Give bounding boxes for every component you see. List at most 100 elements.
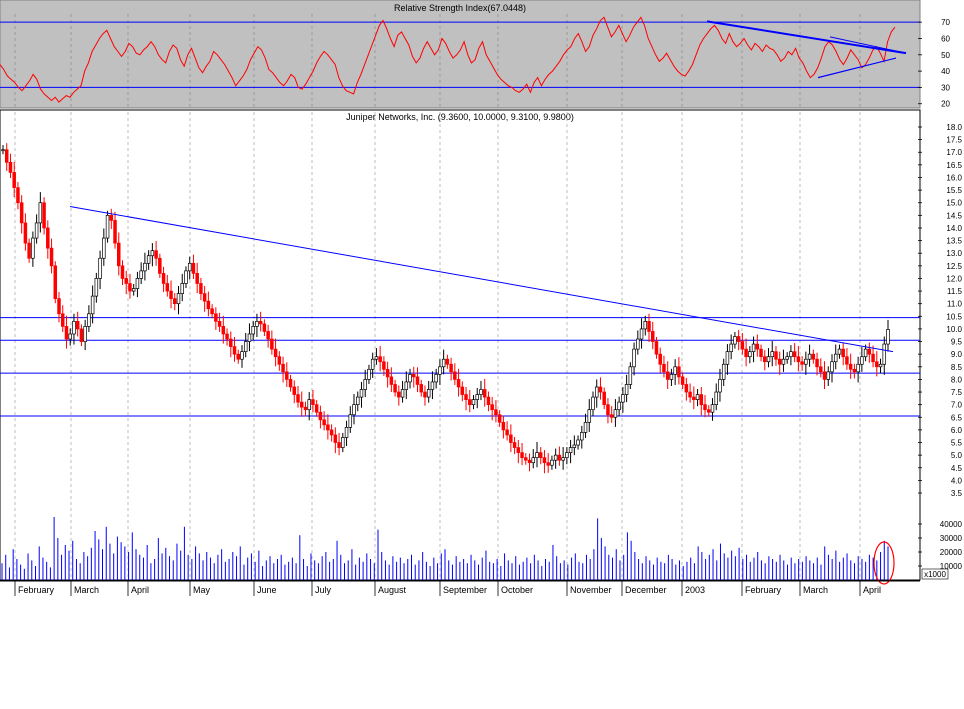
price-candle-body	[572, 444, 577, 448]
price-candle-body	[329, 429, 334, 436]
price-candle-body	[120, 265, 125, 279]
price-candle-body	[875, 361, 879, 368]
price-candle-body	[647, 321, 651, 332]
price-candle-body	[296, 394, 300, 403]
price-candle-body	[277, 356, 282, 365]
price-candle-body	[404, 381, 409, 390]
x-axis-tick-label: February	[18, 585, 55, 595]
price-candle-body	[430, 381, 435, 390]
price-candle-body	[654, 341, 659, 355]
price-candle-body	[662, 363, 666, 373]
price-candle-body	[251, 326, 255, 335]
price-candle-body	[210, 308, 214, 315]
price-candle-body	[460, 386, 465, 395]
price-candle-body	[852, 368, 857, 373]
price-candle-body	[292, 386, 297, 395]
price-candle-body	[882, 343, 887, 365]
stock-chart: Relative Strength Index(67.0448) 70 60 50 4…	[0, 0, 964, 704]
price-y-tick-label: 16.0	[946, 173, 962, 182]
price-candle-body	[113, 220, 117, 244]
price-candle-body	[288, 379, 293, 388]
price-candle-body	[247, 333, 252, 342]
price-candle-body	[748, 351, 752, 358]
x-axis-tick-label: May	[193, 585, 211, 595]
price-candle-body	[441, 358, 446, 368]
price-candle-body	[453, 371, 457, 380]
price-candle-body	[348, 414, 353, 428]
price-candle-body	[75, 321, 80, 330]
rsi-y-tick-label: 40	[941, 67, 950, 76]
price-panel: Juniper Networks, Inc. (9.3600, 10.0000,…	[0, 109, 963, 581]
price-candle-body	[774, 351, 778, 360]
price-candle-body	[871, 353, 875, 363]
price-candle-body	[792, 351, 797, 358]
x-axis-tick-label: March	[74, 585, 99, 595]
price-candle-body	[486, 396, 491, 406]
price-candle-body	[42, 202, 46, 229]
price-candle-body	[285, 371, 289, 380]
price-candle-body	[479, 389, 483, 395]
price-candle-body	[621, 394, 625, 403]
price-candle-body	[527, 459, 532, 464]
price-candle-body	[1, 149, 5, 152]
price-candle-body	[161, 273, 166, 284]
x-axis-tick-label: April	[131, 585, 149, 595]
x-axis-tick-label: August	[378, 585, 407, 595]
price-candle-body	[281, 363, 285, 373]
price-candle-body	[658, 353, 662, 365]
price-candle-body	[650, 331, 655, 342]
price-candle-body	[303, 406, 308, 411]
price-candle-body	[60, 313, 65, 327]
price-candle-body	[512, 442, 517, 448]
price-candle-body	[845, 356, 849, 365]
price-candle-body	[770, 351, 774, 358]
price-y-tick-label: 15.0	[946, 199, 962, 208]
rsi-panel: Relative Strength Index(67.0448) 70 60 50 4…	[0, 0, 951, 109]
price-candle-body	[8, 161, 13, 173]
price-candle-body	[751, 343, 756, 352]
price-candle-body	[307, 399, 311, 411]
price-candle-body	[117, 242, 121, 267]
price-candle-body	[184, 270, 188, 284]
price-candle-body	[542, 457, 547, 464]
price-candle-body	[180, 283, 184, 294]
price-candle-body	[202, 293, 207, 302]
price-candle-body	[412, 374, 416, 378]
price-candle-body	[102, 237, 106, 259]
price-y-tick-label: 14.0	[946, 224, 962, 233]
price-candle-body	[744, 348, 748, 358]
price-candle-body	[72, 321, 76, 335]
price-y-tick-label: 13.0	[946, 249, 962, 258]
price-candle-body	[516, 447, 521, 453]
price-candle-body	[665, 371, 670, 380]
price-candle-body	[848, 363, 853, 370]
price-candle-body	[423, 391, 427, 398]
price-candle-body	[688, 391, 692, 398]
price-candle-body	[378, 356, 382, 363]
price-candle-body	[191, 262, 196, 274]
price-y-tick-label: 11.0	[947, 300, 963, 309]
price-candle-body	[594, 386, 599, 398]
rsi-y-tick-label: 70	[941, 18, 950, 27]
price-candle-body	[639, 328, 644, 340]
price-candle-body	[624, 384, 629, 395]
price-candle-body	[68, 333, 72, 340]
price-candle-body	[755, 343, 760, 350]
price-y-tick-label: 17.0	[946, 148, 962, 157]
price-candle-body	[677, 366, 681, 378]
price-candle-body	[785, 356, 789, 360]
price-candle-body	[19, 202, 24, 224]
price-candle-body	[867, 348, 872, 355]
price-candle-body	[819, 366, 823, 373]
price-candle-body	[804, 358, 808, 365]
price-candle-body	[736, 336, 741, 342]
x-axis-tick-label: December	[625, 585, 667, 595]
price-candle-body	[471, 399, 476, 406]
price-candle-body	[692, 396, 696, 400]
price-candle-body	[725, 351, 730, 365]
price-candle-body	[501, 421, 506, 431]
price-candle-body	[232, 346, 237, 355]
price-candle-body	[389, 376, 394, 385]
price-candle-body	[886, 329, 890, 345]
price-y-tick-label: 10.5	[946, 312, 962, 321]
